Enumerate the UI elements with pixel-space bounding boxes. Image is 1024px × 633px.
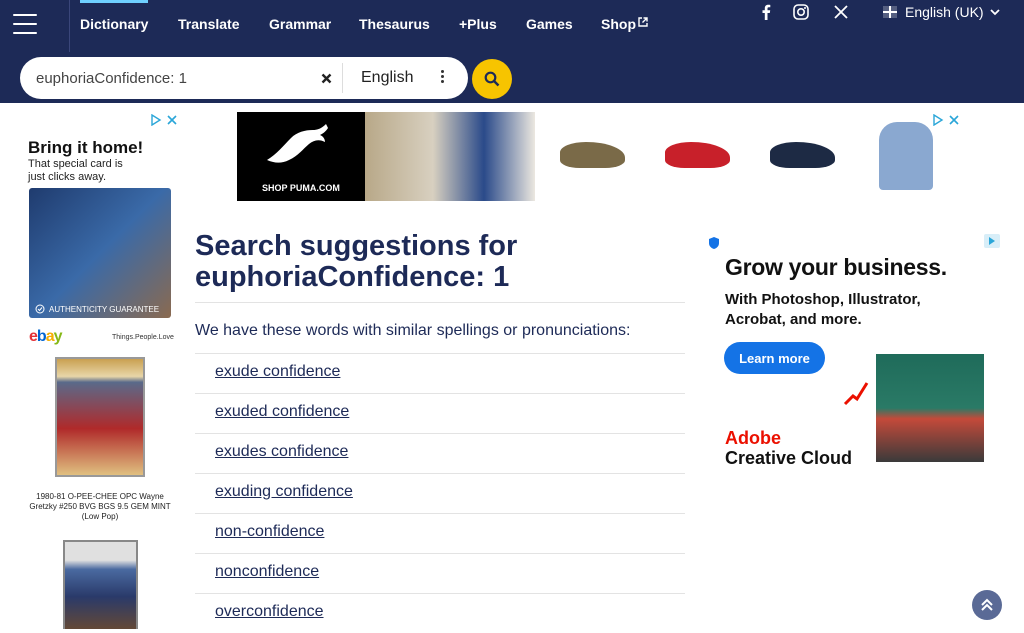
ad-choices-icon[interactable]	[984, 234, 1000, 248]
ad-headline: Bring it home!	[28, 138, 144, 157]
top-navigation-bar: Dictionary Translate Grammar Thesaurus +…	[0, 0, 1024, 52]
authenticity-badge-label: AUTHENTICITY GUARANTEE	[49, 304, 160, 314]
right-ad[interactable]: Grow your business. With Photoshop, Illu…	[705, 232, 1004, 482]
search-button[interactable]	[472, 59, 512, 99]
top-banner-ad[interactable]: SHOP PUMA.COM	[237, 112, 964, 201]
instagram-icon[interactable]	[790, 3, 812, 21]
nav-divider	[69, 0, 70, 52]
nav-shop[interactable]: Shop	[601, 16, 648, 32]
hoodie-image	[879, 122, 933, 190]
ebay-tagline: Things.People.Love	[112, 334, 174, 341]
ad-image	[876, 354, 984, 462]
ad-choices-icon	[933, 114, 944, 126]
page-title-query: euphoriaConfidence: 1	[195, 261, 510, 293]
search-box: English	[20, 57, 468, 99]
trading-card-image	[55, 357, 145, 477]
dictionary-language-select[interactable]: English	[342, 63, 460, 93]
nav-grammar[interactable]: Grammar	[269, 16, 331, 32]
nav-shop-label: Shop	[601, 16, 636, 32]
suggestion-link[interactable]: nonconfidence	[215, 563, 319, 581]
authenticity-badge: AUTHENTICITY GUARANTEE	[29, 300, 171, 318]
scroll-to-top-button[interactable]	[972, 590, 1002, 620]
suggestions-intro: We have these words with similar spellin…	[195, 322, 631, 339]
page-title-prefix: Search suggestions for	[195, 230, 518, 262]
card-caption: 1980-81 O-PEE-CHEE OPC Wayne Gretzky #25…	[29, 492, 171, 521]
ad-headline: Grow your business.	[725, 254, 947, 280]
learn-more-button[interactable]: Learn more	[724, 342, 825, 374]
ad-lifestyle-photo	[365, 112, 535, 201]
figure-illustration-icon	[843, 382, 869, 406]
shoe-image	[560, 142, 625, 168]
shield-icon	[709, 237, 719, 249]
double-chevron-up-icon	[981, 598, 993, 611]
ebay-logo: ebay	[29, 328, 62, 345]
divider	[195, 302, 685, 303]
dictionary-language-label: English	[361, 69, 414, 86]
check-circle-icon	[35, 304, 45, 314]
list-item: overconfidence	[195, 593, 685, 633]
x-twitter-icon[interactable]	[830, 3, 852, 21]
suggestion-link[interactable]: exudes confidence	[215, 443, 348, 461]
ad-choices[interactable]	[150, 114, 178, 126]
suggestion-link[interactable]: non-confidence	[215, 523, 324, 541]
list-item: exuded confidence	[195, 393, 685, 433]
shoe-image	[770, 142, 835, 168]
adobe-brand-line1: Adobe	[725, 428, 781, 448]
flag-icon[interactable]	[880, 3, 900, 21]
search-bar-region: English	[0, 52, 1024, 103]
puma-cat-icon	[267, 124, 328, 163]
adobe-brand-line2: Creative Cloud	[725, 448, 853, 468]
ad-choices-icon	[151, 114, 162, 126]
suggestion-link[interactable]: exude confidence	[215, 363, 340, 381]
list-item: exudes confidence	[195, 433, 685, 473]
list-item: exude confidence	[195, 353, 685, 393]
page-title: Search suggestions for euphoriaConfidenc…	[195, 230, 685, 292]
puma-link-text: SHOP PUMA.COM	[262, 183, 340, 193]
suggestions-list: exude confidence exuded confidence exude…	[195, 353, 685, 633]
nav-plus[interactable]: +Plus	[459, 16, 497, 32]
trading-card-image	[63, 540, 138, 629]
more-options-icon	[441, 70, 444, 83]
main-content: Search suggestions for euphoriaConfidenc…	[195, 230, 685, 633]
list-item: exuding confidence	[195, 473, 685, 513]
suggestion-link[interactable]: exuded confidence	[215, 403, 349, 421]
search-icon	[484, 71, 500, 87]
chevron-down-icon	[989, 8, 1000, 15]
clear-search-icon[interactable]	[315, 67, 337, 89]
shoe-image	[665, 142, 730, 168]
site-language-selector[interactable]: English (UK)	[905, 4, 1000, 20]
facebook-icon[interactable]	[755, 3, 777, 21]
nav-dictionary[interactable]: Dictionary	[80, 0, 149, 32]
nav-games[interactable]: Games	[526, 16, 573, 32]
list-item: nonconfidence	[195, 553, 685, 593]
ad-image	[29, 188, 171, 318]
external-link-icon	[638, 17, 648, 27]
suggestion-link[interactable]: exuding confidence	[215, 483, 353, 501]
nav-translate[interactable]: Translate	[178, 16, 239, 32]
ad-subtext: That special card is just clicks away.	[28, 158, 123, 183]
suggestion-link[interactable]: overconfidence	[215, 603, 324, 621]
close-icon[interactable]	[948, 114, 960, 126]
ad-choices[interactable]	[932, 114, 960, 126]
list-item: non-confidence	[195, 513, 685, 553]
search-input[interactable]	[36, 67, 306, 89]
site-language-label: English (UK)	[905, 4, 984, 20]
puma-logo: SHOP PUMA.COM	[237, 112, 365, 201]
left-ad[interactable]: Bring it home! That special card is just…	[20, 112, 180, 629]
close-icon[interactable]	[166, 114, 178, 126]
ad-subtext: With Photoshop, Illustrator, Acrobat, an…	[725, 291, 921, 328]
adobe-brand: Adobe Creative Cloud	[725, 428, 852, 468]
nav-thesaurus[interactable]: Thesaurus	[359, 16, 430, 32]
menu-icon[interactable]	[13, 14, 37, 34]
